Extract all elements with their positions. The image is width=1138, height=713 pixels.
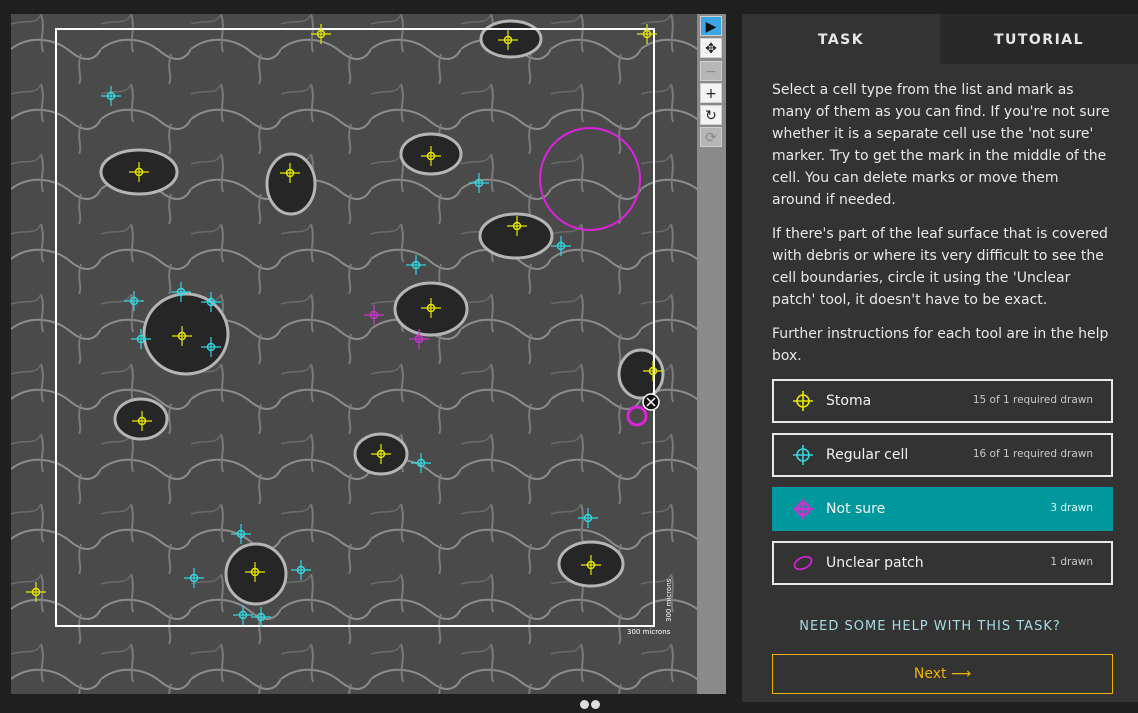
tab-tutorial[interactable]: TUTORIAL (940, 14, 1138, 64)
tool-not-sure[interactable]: Not sure 3 drawn (772, 487, 1113, 531)
frame-dots (580, 694, 602, 713)
ellipse-icon (793, 555, 813, 571)
tool-stoma[interactable]: Stoma 15 of 1 required drawn (772, 379, 1113, 423)
leaf-image-viewer[interactable]: 300 microns 300 microns (11, 14, 697, 694)
leaf-image[interactable]: 300 microns 300 microns (11, 14, 697, 694)
instruction-2: If there's part of the leaf surface that… (772, 226, 1108, 308)
instruction-1: Select a cell type from the list and mar… (772, 82, 1110, 208)
viewer-toolbar: ▶ ✥ − + ↻ ⟳ (697, 14, 726, 694)
tool-label: Stoma (826, 393, 872, 409)
tool-count: 1 drawn (1050, 556, 1093, 568)
delete-mark-button[interactable] (642, 393, 660, 411)
task-panel: TASK TUTORIAL Select a cell type from th… (742, 14, 1138, 702)
zoom-in-tool[interactable]: + (700, 83, 722, 103)
pan-tool[interactable]: ✥ (700, 38, 722, 58)
tool-label: Regular cell (826, 447, 909, 463)
rotate-tool[interactable]: ↻ (700, 105, 722, 125)
task-content: Select a cell type from the list and mar… (742, 64, 1138, 694)
tab-task[interactable]: TASK (742, 14, 940, 64)
tool-count: 3 drawn (1050, 502, 1093, 514)
panel-tabs: TASK TUTORIAL (742, 14, 1138, 64)
tool-label: Not sure (826, 501, 886, 517)
crosshair-icon (793, 391, 813, 411)
instruction-3: Further instructions for each tool are i… (772, 326, 1109, 364)
tool-count: 15 of 1 required drawn (972, 394, 1093, 406)
help-link[interactable]: NEED SOME HELP WITH THIS TASK? (772, 619, 1088, 634)
tool-label: Unclear patch (826, 555, 924, 571)
scale-label-horizontal: 300 microns (627, 628, 671, 636)
tool-count: 16 of 1 required drawn (972, 448, 1093, 460)
zoom-out-tool[interactable]: − (700, 61, 722, 81)
crosshair-icon (793, 499, 813, 519)
next-button[interactable]: Next ⟶ (772, 654, 1113, 694)
crosshair-icon (793, 445, 813, 465)
scale-label-vertical: 300 microns (665, 578, 673, 622)
leaf-surface (11, 14, 697, 694)
select-tool[interactable]: ▶ (700, 16, 722, 36)
tool-regular-cell[interactable]: Regular cell 16 of 1 required drawn (772, 433, 1113, 477)
tool-unclear-patch[interactable]: Unclear patch 1 drawn (772, 541, 1113, 585)
reset-tool[interactable]: ⟳ (700, 127, 722, 147)
